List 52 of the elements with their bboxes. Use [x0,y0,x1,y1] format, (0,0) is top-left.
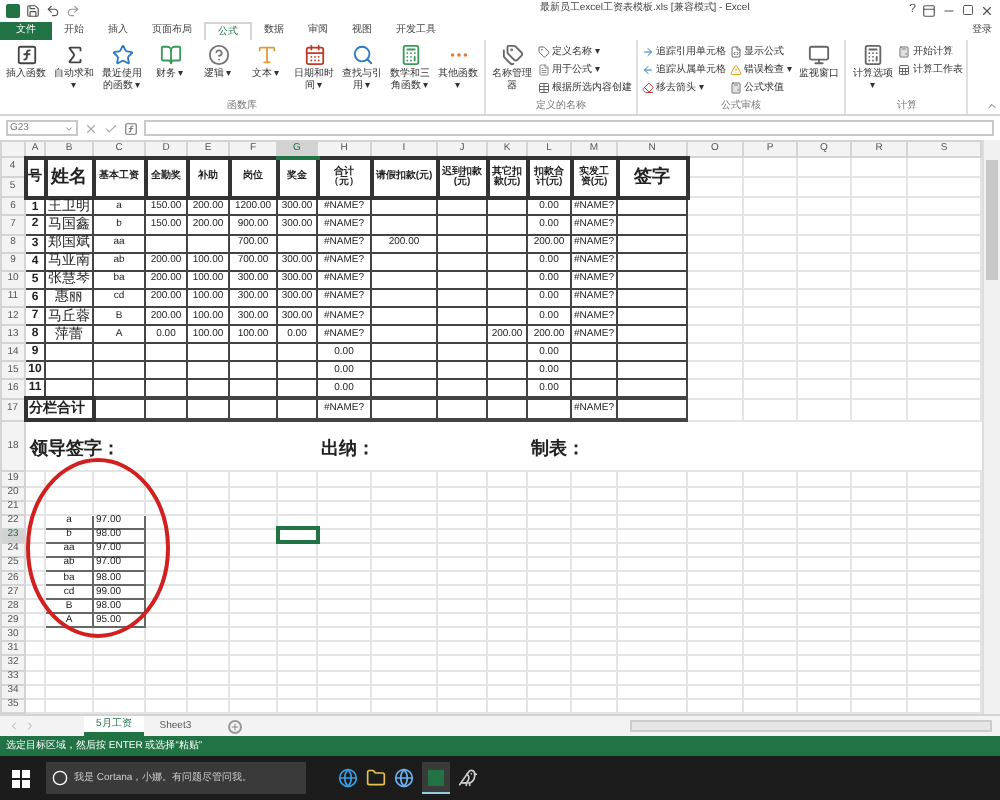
calculator-icon [399,44,421,66]
function-icon [15,44,37,66]
arrow-icon [642,64,654,76]
redo-icon[interactable] [66,3,80,17]
save-icon[interactable] [26,3,40,17]
selected-cell[interactable] [277,528,317,543]
function-icon[interactable] [124,121,138,135]
dropdown-icon[interactable] [64,123,74,133]
document-icon [730,46,742,58]
tag-icon [538,46,550,58]
table-icon [538,82,550,94]
signature-label: 领导签字： [30,438,120,459]
monitor-icon [807,44,830,66]
vertical-scrollbar[interactable] [982,140,1000,714]
document-icon [538,64,550,76]
close-icon[interactable] [980,3,994,17]
excel-taskbar-icon[interactable] [422,762,450,794]
enter-icon[interactable] [104,121,118,135]
tags-icon [501,44,523,66]
cancel-icon[interactable] [84,121,98,135]
column-title: 姓名 [51,166,87,187]
search-icon [351,44,373,66]
browser-icon[interactable] [338,768,358,788]
text-icon [255,44,277,66]
calculator-icon [898,46,911,58]
globe-icon[interactable] [394,768,414,788]
ribbon-options-icon[interactable] [922,3,936,17]
column-title: 签字 [634,166,670,187]
add-sheet-icon[interactable] [227,719,242,733]
maximize-icon[interactable] [962,4,974,16]
star-icon [111,44,133,66]
eraser-icon [642,82,654,94]
book-icon [159,44,181,66]
bird-icon[interactable] [458,768,478,788]
collapse-ribbon-icon[interactable] [986,100,998,112]
windows-logo-icon[interactable] [12,769,30,787]
formula-field[interactable] [144,120,994,136]
horizontal-scrollbar[interactable] [629,720,992,732]
arrow-icon [642,46,654,58]
calculator-icon [861,44,884,66]
signature-label: 制表： [531,438,585,459]
sum-icon [63,44,85,66]
calculator-icon [730,82,742,94]
warning-icon [730,64,742,76]
excel-logo-icon [6,3,20,17]
undo-icon[interactable] [46,3,60,17]
question-icon [207,44,229,66]
signature-label: 出纳： [321,438,375,459]
folder-icon[interactable] [366,768,386,788]
sheet-icon [898,64,911,76]
cortana-icon [52,770,68,786]
calendar-icon [303,44,325,66]
